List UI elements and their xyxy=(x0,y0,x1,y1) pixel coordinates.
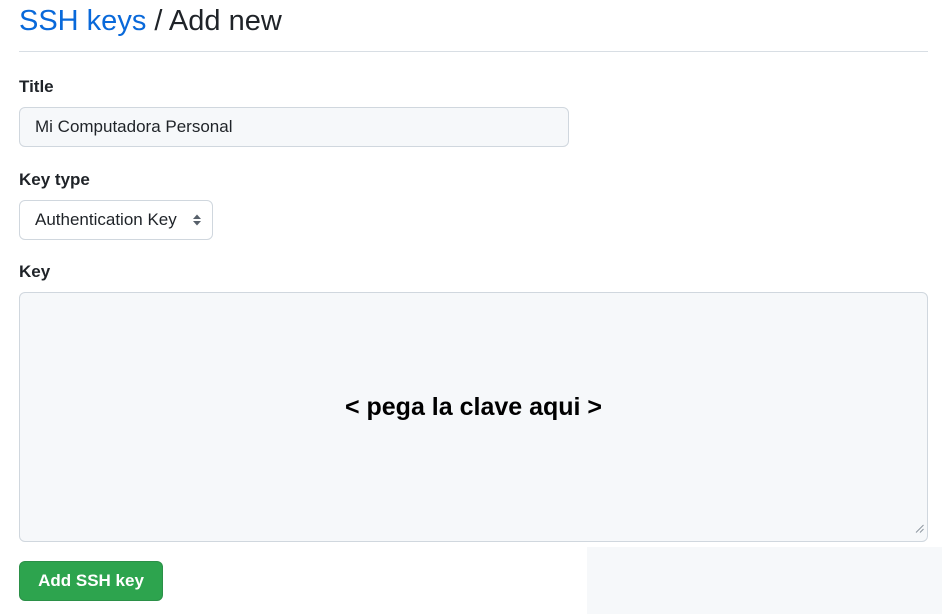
ssh-keys-breadcrumb-link[interactable]: SSH keys xyxy=(19,5,146,37)
title-label: Title xyxy=(19,77,54,96)
title-input[interactable] xyxy=(19,107,569,147)
add-ssh-key-button[interactable]: Add SSH key xyxy=(19,561,163,601)
page-header: SSH keys / Add new xyxy=(19,4,928,52)
page-title: Add new xyxy=(168,5,282,37)
breadcrumb-separator: / xyxy=(146,5,169,37)
key-type-selected-value: Authentication Key xyxy=(35,210,177,229)
key-textarea[interactable]: < pega la clave aqui > xyxy=(19,292,928,542)
overlay-panel xyxy=(587,547,942,614)
resize-grip-icon[interactable] xyxy=(915,520,924,538)
select-arrows-icon xyxy=(182,213,212,227)
key-type-label: Key type xyxy=(19,170,90,189)
key-placeholder-text: < pega la clave aqui > xyxy=(344,393,603,421)
key-label: Key xyxy=(19,262,51,281)
page: SSH keys / Add new Title Key type Authen… xyxy=(0,0,942,614)
key-type-select[interactable]: Authentication Key xyxy=(19,200,213,240)
